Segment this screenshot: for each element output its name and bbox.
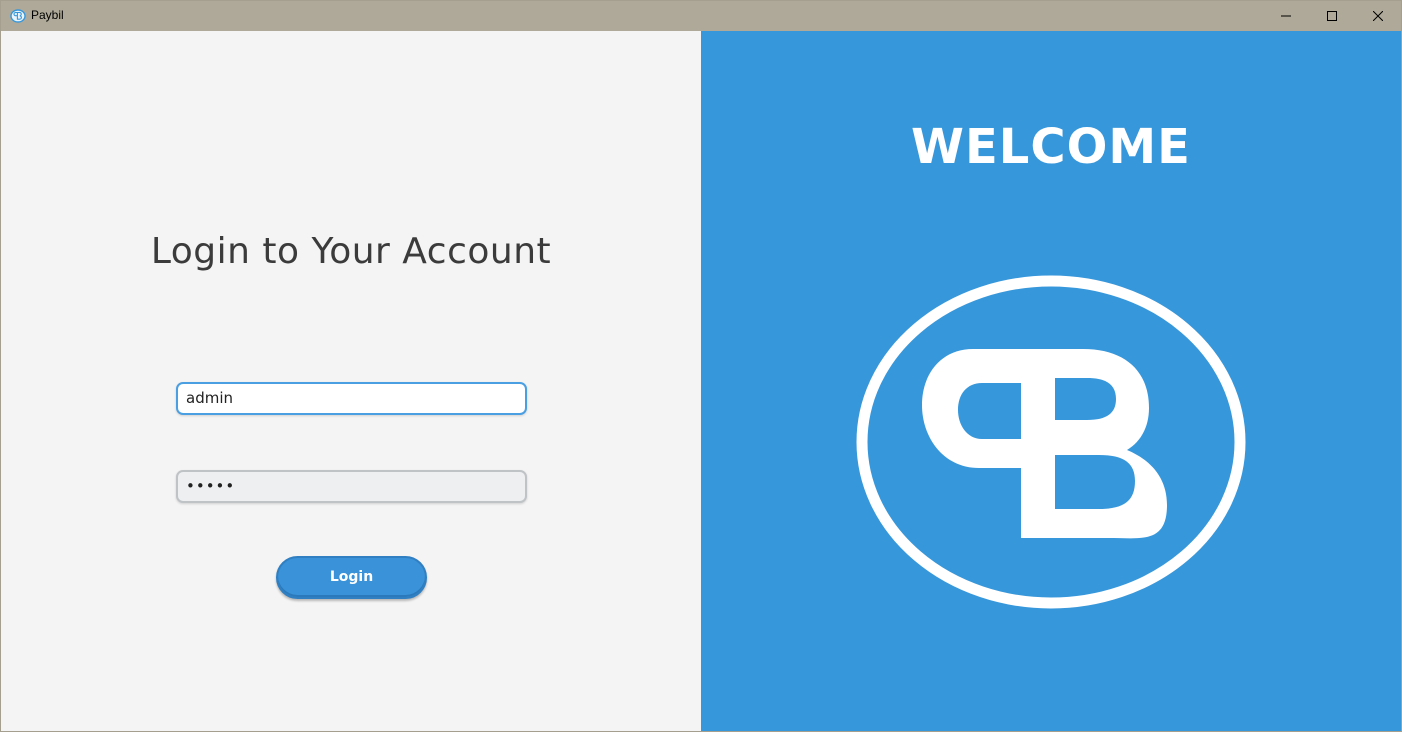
login-panel: Login to Your Account admin ••••• Login [1, 31, 701, 731]
login-button[interactable]: Login [276, 556, 427, 599]
welcome-heading: WELCOME [911, 119, 1191, 175]
app-window: Paybil Login to Your Account admin •••••… [0, 0, 1402, 732]
maximize-icon [1327, 11, 1337, 21]
paybil-logo [856, 275, 1246, 609]
password-input[interactable]: ••••• [176, 470, 527, 503]
username-input[interactable]: admin [176, 382, 527, 415]
close-icon [1373, 11, 1383, 21]
minimize-button[interactable] [1263, 1, 1309, 31]
app-logo-icon [10, 8, 26, 24]
close-button[interactable] [1355, 1, 1401, 31]
login-heading: Login to Your Account [150, 231, 552, 272]
window-title: Paybil [31, 8, 64, 22]
title-bar[interactable]: Paybil [1, 1, 1401, 31]
minimize-icon [1281, 15, 1291, 17]
welcome-panel: WELCOME [701, 31, 1401, 731]
maximize-button[interactable] [1309, 1, 1355, 31]
